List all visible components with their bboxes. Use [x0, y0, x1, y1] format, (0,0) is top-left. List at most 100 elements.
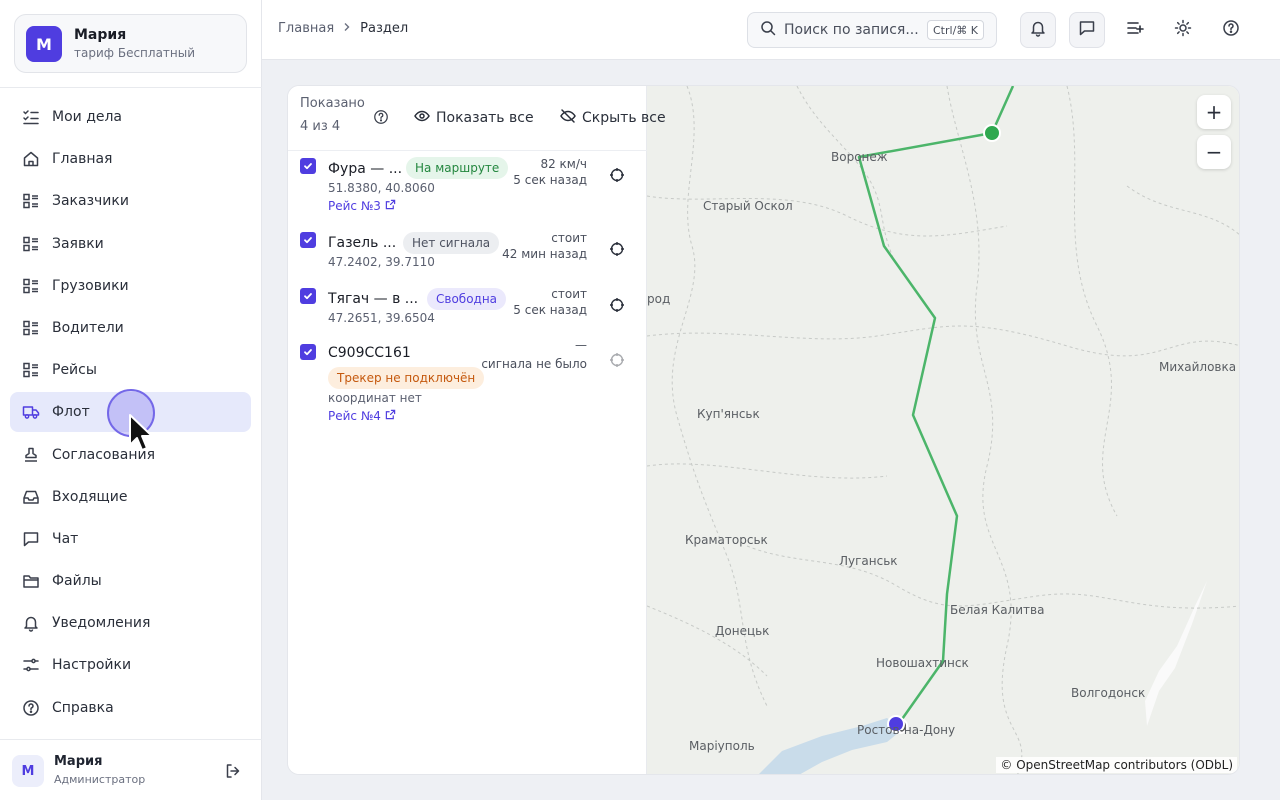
vehicle-row[interactable]: Газель ... Нет сигнала 47.2402, 39.7110 … — [288, 231, 647, 272]
sidebar-item-requests[interactable]: Заявки — [10, 224, 251, 264]
inbox-icon — [22, 488, 40, 506]
vehicle-row[interactable]: Фура — ... На маршруте 51.8380, 40.8060 … — [288, 156, 647, 216]
sidebar-item-chat[interactable]: Чат — [10, 519, 251, 559]
sidebar-item-label: Флот — [52, 404, 90, 421]
vehicle-row[interactable]: Тягач — в ... Свободна 47.2651, 39.6504 … — [288, 287, 647, 328]
vehicle-visibility-checkbox[interactable] — [300, 158, 316, 174]
vehicle-last-seen: 5 сек назад — [513, 303, 587, 317]
city-label: род — [647, 292, 670, 306]
user-profile: М Мария Администратор — [0, 739, 262, 800]
vehicle-coords: 51.8380, 40.8060 — [328, 181, 435, 195]
breadcrumb: Главная Раздел — [278, 21, 408, 36]
vehicle-visibility-checkbox[interactable] — [300, 288, 316, 304]
fleet-map[interactable]: Воронеж Старый Оскол род Михайловка Куп'… — [646, 86, 1239, 774]
list-divider — [288, 150, 647, 151]
help-icon[interactable] — [373, 109, 389, 125]
vehicle-visibility-checkbox[interactable] — [300, 344, 316, 360]
chat-button[interactable] — [1069, 12, 1105, 48]
theme-toggle-button[interactable] — [1165, 12, 1201, 48]
zoom-out-button[interactable]: − — [1197, 135, 1231, 169]
city-label: Маріуполь — [689, 739, 755, 753]
vehicle-speed: стоит — [551, 231, 587, 245]
sidebar-item-help[interactable]: Справка — [10, 688, 251, 728]
hide-all-button[interactable]: Скрыть все — [560, 108, 666, 128]
locate-icon[interactable] — [609, 297, 625, 313]
city-label: Михайловка — [1159, 360, 1236, 374]
search-placeholder: Поиск по запися... — [784, 22, 919, 38]
vehicle-visibility-checkbox[interactable] — [300, 232, 316, 248]
locate-icon[interactable] — [609, 167, 625, 183]
map-attribution[interactable]: © OpenStreetMap contributors (ODbL) — [996, 757, 1237, 773]
chat-icon — [1078, 19, 1096, 41]
stamp-icon — [22, 446, 40, 464]
account-switcher[interactable]: М Мария тариф Бесплатный — [14, 14, 247, 73]
sidebar-item-label: Входящие — [52, 488, 128, 505]
help-button[interactable] — [1213, 12, 1249, 48]
zoom-in-button[interactable]: + — [1197, 95, 1231, 129]
sidebar-item-drivers[interactable]: Водители — [10, 308, 251, 348]
show-all-label: Показать все — [436, 110, 534, 126]
sidebar-divider — [0, 87, 262, 88]
sidebar-item-trips[interactable]: Рейсы — [10, 350, 251, 390]
vehicle-marker-green — [983, 124, 1001, 142]
sidebar-item-label: Чат — [52, 530, 79, 547]
user-avatar[interactable]: М — [12, 755, 44, 787]
sidebar-item-customers[interactable]: Заказчики — [10, 181, 251, 221]
city-label: Ростов-на-Дону — [857, 723, 955, 737]
region-borders — [646, 86, 1239, 774]
status-badge: Нет сигнала — [403, 232, 500, 254]
vehicle-speed: 82 км/ч — [540, 157, 587, 171]
vehicle-list-pane: Показано 4 из 4 Показать все Скрыть все … — [288, 86, 666, 774]
trip-link-label: Рейс №4 — [328, 409, 381, 423]
sidebar-item-inbox[interactable]: Входящие — [10, 477, 251, 517]
sidebar-item-label: Рейсы — [52, 362, 97, 379]
sidebar-item-home[interactable]: Главная — [10, 139, 251, 179]
city-label: Белая Калитва — [950, 603, 1044, 617]
vehicle-name: Тягач — в ... — [328, 291, 419, 307]
status-badge: Свободна — [427, 288, 507, 310]
help-icon — [22, 699, 40, 717]
sidebar-item-my-tasks[interactable]: Мои дела — [10, 97, 251, 137]
trip-link-label: Рейс №3 — [328, 199, 381, 213]
sidebar-item-trucks[interactable]: Грузовики — [10, 266, 251, 306]
vehicle-coords: 47.2651, 39.6504 — [328, 311, 435, 325]
breadcrumb-chevron-icon — [342, 21, 352, 36]
hide-all-label: Скрыть все — [582, 110, 666, 126]
trip-link[interactable]: Рейс №4 — [328, 409, 396, 423]
shown-label: Показано — [300, 96, 365, 111]
vehicle-speed: — — [575, 338, 587, 352]
user-role: Администратор — [54, 773, 146, 786]
breadcrumb-home[interactable]: Главная — [278, 21, 334, 36]
breadcrumb-current: Раздел — [360, 21, 409, 36]
sidebar-item-label: Справка — [52, 699, 114, 716]
logout-icon[interactable] — [222, 760, 244, 782]
list-icon — [22, 192, 40, 210]
trip-link[interactable]: Рейс №3 — [328, 199, 396, 213]
external-link-icon — [385, 199, 396, 213]
locate-icon — [609, 352, 625, 368]
list-icon — [22, 277, 40, 295]
sidebar-item-settings[interactable]: Настройки — [10, 645, 251, 685]
mouse-cursor-icon — [129, 414, 153, 451]
sidebar-item-notifications[interactable]: Уведомления — [10, 603, 251, 643]
city-label: Донецьк — [715, 624, 769, 638]
vehicle-row[interactable]: С909СС161 Трекер не подключён координат … — [288, 338, 647, 424]
add-list-button[interactable] — [1117, 12, 1153, 48]
map-canvas: Воронеж Старый Оскол род Михайловка Куп'… — [646, 86, 1239, 774]
sidebar-item-label: Грузовики — [52, 277, 129, 294]
list-add-icon — [1125, 18, 1145, 42]
vehicle-speed: стоит — [551, 287, 587, 301]
search-input[interactable]: Поиск по запися... Ctrl/⌘ K — [747, 12, 997, 48]
locate-icon[interactable] — [609, 241, 625, 257]
vehicle-name: С909СС161 — [328, 345, 411, 361]
help-icon — [1222, 19, 1240, 41]
sidebar-item-files[interactable]: Файлы — [10, 561, 251, 601]
city-label: Воронеж — [831, 150, 888, 164]
sidebar-item-label: Заказчики — [52, 193, 129, 210]
list-icon — [22, 319, 40, 337]
vehicle-name: Газель ... — [328, 235, 397, 251]
city-label: Волгодонск — [1071, 686, 1145, 700]
show-all-button[interactable]: Показать все — [414, 108, 534, 128]
notifications-button[interactable] — [1020, 12, 1056, 48]
status-badge: Трекер не подключён — [328, 367, 485, 389]
